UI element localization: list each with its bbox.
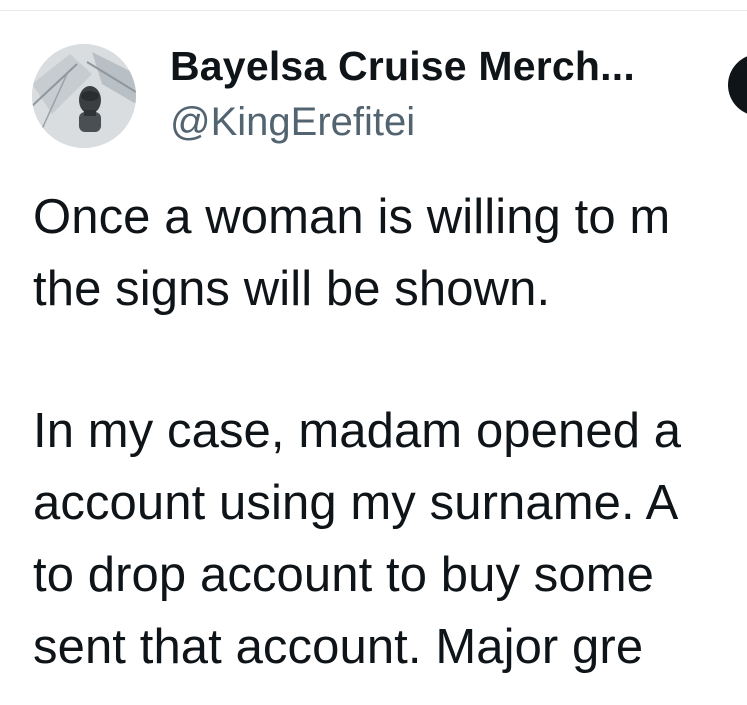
avatar-photo-icon	[32, 44, 136, 148]
tweet-line: the signs will be shown.	[33, 262, 551, 316]
follow-button[interactable]	[728, 54, 747, 116]
author-display-name[interactable]: Bayelsa Cruise Merch...	[170, 40, 635, 92]
avatar[interactable]	[32, 44, 136, 148]
tweet-line: Once a woman is willing to m	[33, 190, 671, 244]
author-handle[interactable]: @KingErefitei	[170, 97, 415, 147]
tweet-line: sent that account. Major gre	[33, 620, 644, 674]
tweet-card: Bayelsa Cruise Merch... @KingErefitei On…	[0, 0, 747, 705]
tweet-line: account using my surname. A	[33, 476, 679, 530]
tweet-line: to drop account to buy some	[33, 548, 655, 602]
tweet-text: Once a woman is willing to m the signs w…	[33, 181, 747, 683]
tweet-line: In my case, madam opened a	[33, 404, 682, 458]
